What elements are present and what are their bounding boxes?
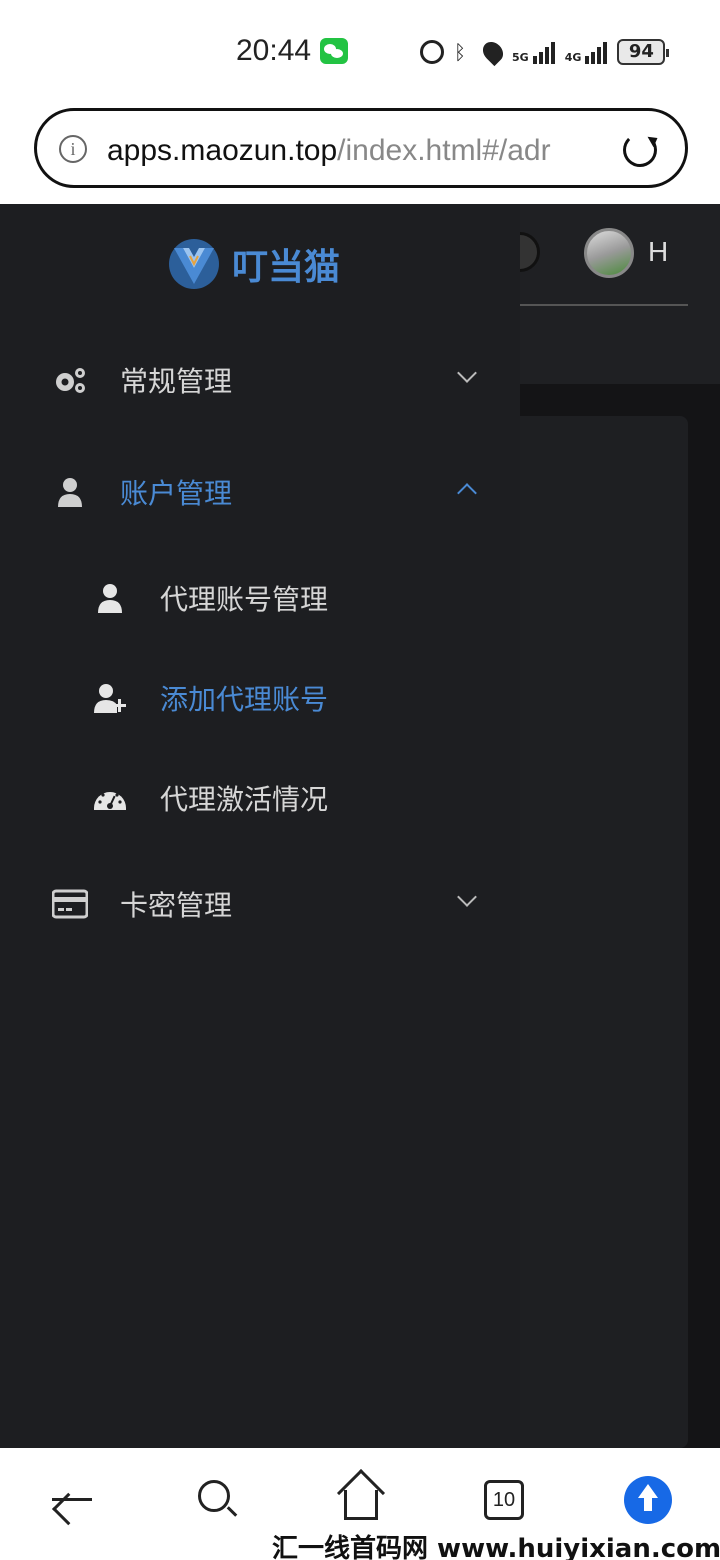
sidebar-item-label: 常规管理 xyxy=(120,365,233,398)
user-icon xyxy=(58,478,82,507)
search-icon xyxy=(198,1480,230,1512)
watermark-text: 汇一线首码网 www.huiyixian.com xyxy=(272,1534,720,1560)
sidebar-item-general[interactable]: 常规管理 xyxy=(0,340,520,420)
home-icon-body xyxy=(344,1490,378,1520)
upload-arrow-icon xyxy=(624,1476,672,1524)
sidebar-item-label: 账户管理 xyxy=(120,477,233,510)
sidebar-item-card-keys[interactable]: 卡密管理 xyxy=(0,864,520,944)
chevron-down-icon xyxy=(457,363,477,383)
address-bar[interactable]: i apps.maozun.top/index.html#/adr xyxy=(34,108,688,188)
credit-card-icon xyxy=(52,889,88,919)
clock: 20:44 xyxy=(236,34,312,67)
sidebar-item-account[interactable]: 账户管理 xyxy=(0,452,520,532)
app-logo[interactable]: 叮当猫 xyxy=(168,238,340,290)
sidebar-subitem-add-agent[interactable]: 添加代理账号 xyxy=(0,658,520,738)
sidebar-subitem-agent-accounts[interactable]: 代理账号管理 xyxy=(0,558,520,638)
chevron-up-icon xyxy=(457,483,477,503)
tabs-count: 10 xyxy=(484,1480,524,1520)
tabs-button[interactable]: 10 xyxy=(480,1476,530,1526)
upload-button[interactable] xyxy=(624,1476,674,1526)
vue-logo-icon xyxy=(169,239,219,289)
sidebar-item-label: 卡密管理 xyxy=(120,889,233,922)
status-bar: 20:44 ᛒ 5G 4G 94 xyxy=(0,0,720,100)
avatar[interactable] xyxy=(584,228,634,278)
browser-bottom-nav: 10 汇一线首码网 www.huiyixian.com xyxy=(0,1448,720,1560)
back-button[interactable] xyxy=(48,1476,98,1526)
back-arrow-icon xyxy=(52,1498,92,1501)
user-name[interactable]: H xyxy=(648,236,668,268)
dashboard-gauge-icon xyxy=(94,792,126,810)
search-icon-handle xyxy=(226,1506,238,1517)
chevron-down-icon xyxy=(457,887,477,907)
signal-4g-icon: 4G xyxy=(565,40,608,64)
url-path: /index.html#/adr xyxy=(337,134,551,167)
main-content-card xyxy=(500,416,688,1448)
alarm-icon xyxy=(420,40,444,64)
network-label-5g: 5G xyxy=(512,51,529,64)
sidebar-item-label: 代理激活情况 xyxy=(160,783,329,816)
wechat-notification-icon xyxy=(320,38,348,64)
reload-icon[interactable] xyxy=(623,133,657,167)
header-divider xyxy=(520,304,688,306)
sidebar-subitem-agent-activation[interactable]: 代理激活情况 xyxy=(0,758,520,838)
search-button[interactable] xyxy=(194,1476,244,1526)
network-label-4g: 4G xyxy=(564,51,582,64)
bluetooth-icon: ᛒ xyxy=(454,40,466,64)
sidebar-item-label: 代理账号管理 xyxy=(160,583,329,616)
app-name: 叮当猫 xyxy=(232,247,341,288)
web-app: H 叮当猫 常规管理 账户管理 代理账号管理 添加代理账号 代理激活情况 卡密管… xyxy=(0,204,720,1448)
system-icons: ᛒ 5G 4G 94 xyxy=(420,36,670,68)
sidebar-item-label: 添加代理账号 xyxy=(160,683,329,716)
url-text[interactable]: apps.maozun.top/index.html#/adr xyxy=(107,131,597,171)
home-button[interactable] xyxy=(336,1468,386,1526)
battery-indicator: 94 xyxy=(617,39,670,65)
site-info-icon[interactable]: i xyxy=(59,135,87,163)
location-icon xyxy=(478,37,508,67)
sidebar: 叮当猫 常规管理 账户管理 代理账号管理 添加代理账号 代理激活情况 卡密管理 xyxy=(0,204,520,1448)
url-host: apps.maozun.top xyxy=(107,134,338,167)
user-icon xyxy=(98,584,122,613)
signal-5g-icon: 5G xyxy=(512,40,555,64)
gears-icon xyxy=(56,368,85,393)
user-plus-icon xyxy=(94,684,126,713)
